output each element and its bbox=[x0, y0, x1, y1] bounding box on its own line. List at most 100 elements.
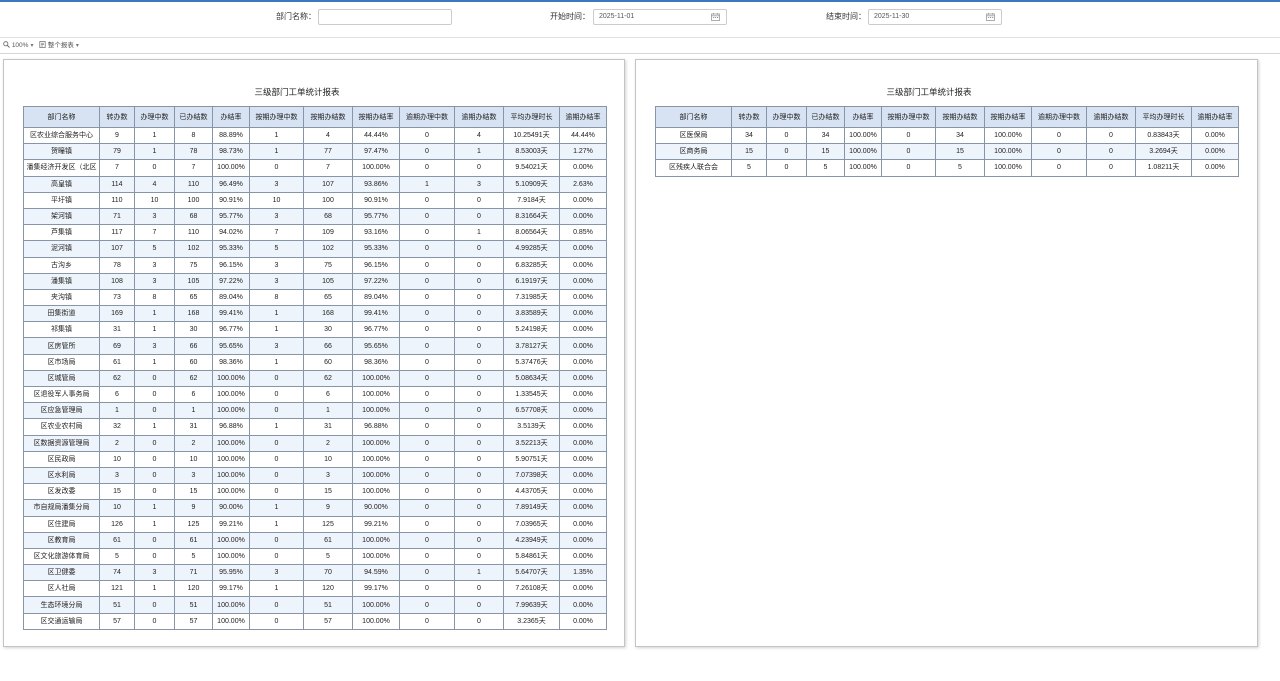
table-cell: 0 bbox=[399, 483, 455, 501]
table-cell: 100 bbox=[303, 191, 353, 209]
table-cell: 96.15% bbox=[352, 256, 400, 274]
table-row: 区教育局 61 0 61 100.00% 0 61 100.00% 0 0 4.23949天 0.00… bbox=[23, 531, 607, 549]
calendar-icon[interactable] bbox=[986, 13, 995, 21]
table-cell: 0.00% bbox=[559, 612, 607, 630]
column-header: 部门名称 bbox=[655, 106, 732, 128]
table-cell: 0 bbox=[134, 434, 175, 452]
department-name-cell: 区医保局 bbox=[655, 126, 732, 145]
table-cell: 5 bbox=[249, 240, 304, 258]
table-cell: 15 bbox=[99, 483, 135, 501]
table-cell: 1.35% bbox=[559, 564, 607, 582]
table-cell: 98.36% bbox=[352, 353, 400, 371]
end-date-value: 2025-11-30 bbox=[874, 13, 910, 20]
table-cell: 0 bbox=[399, 369, 455, 388]
table-cell: 100.00% bbox=[352, 159, 400, 177]
table-cell: 61 bbox=[303, 531, 353, 549]
table-cell: 120 bbox=[174, 580, 213, 598]
table-cell: 95.95% bbox=[212, 564, 250, 582]
table-cell: 5.37476天 bbox=[503, 353, 560, 371]
view-mode-dropdown[interactable]: 整个报表 ▾ bbox=[39, 41, 79, 51]
table-cell: 0 bbox=[454, 580, 504, 598]
table-cell: 100.00% bbox=[984, 159, 1032, 177]
table-cell: 97.22% bbox=[212, 272, 250, 290]
table-cell: 3 bbox=[134, 256, 175, 274]
table-row: 贺疃镇 79 1 78 98.73% 1 77 97.47% 0 1 8.53003天 1.27% bbox=[23, 143, 607, 161]
table-cell: 44.44% bbox=[352, 126, 400, 145]
calendar-icon[interactable] bbox=[711, 13, 720, 21]
table-cell: 0 bbox=[249, 402, 304, 420]
table-cell: 7.9184天 bbox=[503, 191, 560, 209]
table-cell: 1.27% bbox=[559, 143, 607, 161]
table-cell: 0 bbox=[134, 385, 175, 404]
table-cell: 4.99285天 bbox=[503, 240, 560, 258]
table-cell: 1 bbox=[399, 175, 455, 193]
table-cell: 100.00% bbox=[352, 547, 400, 566]
column-header: 平均办理时长 bbox=[503, 106, 560, 128]
column-header: 按期办结率 bbox=[352, 106, 400, 128]
table-cell: 0 bbox=[249, 466, 304, 485]
table-cell: 96.88% bbox=[352, 418, 400, 436]
report-toolbar: 100% ▾ 整个报表 ▾ bbox=[0, 37, 1280, 54]
table-cell: 1 bbox=[249, 418, 304, 436]
table-cell: 65 bbox=[174, 288, 213, 307]
table-cell: 3.2365天 bbox=[503, 612, 560, 630]
table-cell: 0 bbox=[766, 143, 807, 161]
table-cell: 0 bbox=[454, 207, 504, 226]
table-cell: 3 bbox=[454, 175, 504, 193]
table-cell: 1 bbox=[303, 402, 353, 420]
table-cell: 100.00% bbox=[352, 385, 400, 404]
department-name-cell: 潘集经济开发区（北区 bbox=[23, 159, 100, 177]
end-date-input[interactable]: 2025-11-30 bbox=[868, 9, 1002, 25]
table-cell: 3.83589天 bbox=[503, 305, 560, 323]
table-cell: 6.57708天 bbox=[503, 402, 560, 420]
table-cell: 3.5139天 bbox=[503, 418, 560, 436]
start-date-input[interactable]: 2025-11-01 bbox=[593, 9, 727, 25]
table-cell: 7.26108天 bbox=[503, 580, 560, 598]
table-cell: 0.00% bbox=[559, 321, 607, 339]
zoom-dropdown[interactable]: 100% ▾ bbox=[3, 41, 33, 51]
table-cell: 117 bbox=[99, 224, 135, 242]
table-cell: 0 bbox=[399, 596, 455, 614]
table-cell: 1 bbox=[99, 402, 135, 420]
table-row: 区水利局 3 0 3 100.00% 0 3 100.00% 0 0 7.07398天 0.00% bbox=[23, 466, 607, 485]
table-cell: 0 bbox=[881, 143, 936, 161]
table-cell: 100.00% bbox=[352, 402, 400, 420]
report-table: 部门名称 转办数 办理中数 已办结数 办结率 按期办理中数 按期办结数 按期办结率 逾期办理中数… bbox=[655, 106, 1239, 177]
department-name-cell: 古沟乡 bbox=[23, 256, 100, 274]
table-cell: 61 bbox=[174, 531, 213, 549]
table-cell: 95.33% bbox=[352, 240, 400, 258]
table-cell: 0 bbox=[454, 515, 504, 533]
table-cell: 108 bbox=[99, 272, 135, 290]
table-cell: 30 bbox=[174, 321, 213, 339]
department-name-cell: 区应急管理局 bbox=[23, 402, 100, 420]
table-cell: 1.08211天 bbox=[1135, 159, 1192, 177]
table-cell: 110 bbox=[174, 175, 213, 193]
department-name-cell: 平圩镇 bbox=[23, 191, 100, 209]
table-cell: 3 bbox=[249, 256, 304, 274]
table-cell: 30 bbox=[303, 321, 353, 339]
table-cell: 0 bbox=[454, 353, 504, 371]
table-row: 区文化旅游体育局 5 0 5 100.00% 0 5 100.00% 0 0 5.84861天 0.0… bbox=[23, 547, 607, 566]
table-cell: 100.00% bbox=[352, 466, 400, 485]
table-cell: 168 bbox=[303, 305, 353, 323]
column-header: 办理中数 bbox=[766, 106, 807, 128]
table-cell: 0 bbox=[1086, 143, 1136, 161]
table-cell: 31 bbox=[99, 321, 135, 339]
table-cell: 0 bbox=[134, 596, 175, 614]
table-cell: 78 bbox=[99, 256, 135, 274]
table-row: 田集街道 169 1 168 99.41% 1 168 99.41% 0 0 3.83589天 0.0… bbox=[23, 305, 607, 323]
table-cell: 7.99639天 bbox=[503, 596, 560, 614]
table-cell: 0 bbox=[454, 385, 504, 404]
table-cell: 0 bbox=[399, 191, 455, 209]
table-cell: 10 bbox=[249, 191, 304, 209]
table-row: 高皇镇 114 4 110 96.49% 3 107 93.86% 1 3 5.10909天 2.63… bbox=[23, 175, 607, 193]
table-cell: 10 bbox=[134, 191, 175, 209]
department-input[interactable] bbox=[318, 9, 452, 25]
table-cell: 5.08634天 bbox=[503, 369, 560, 388]
table-cell: 7 bbox=[99, 159, 135, 177]
table-cell: 62 bbox=[174, 369, 213, 388]
table-cell: 3 bbox=[303, 466, 353, 485]
table-cell: 90.91% bbox=[212, 191, 250, 209]
table-cell: 0 bbox=[454, 450, 504, 468]
table-cell: 100.00% bbox=[352, 612, 400, 630]
